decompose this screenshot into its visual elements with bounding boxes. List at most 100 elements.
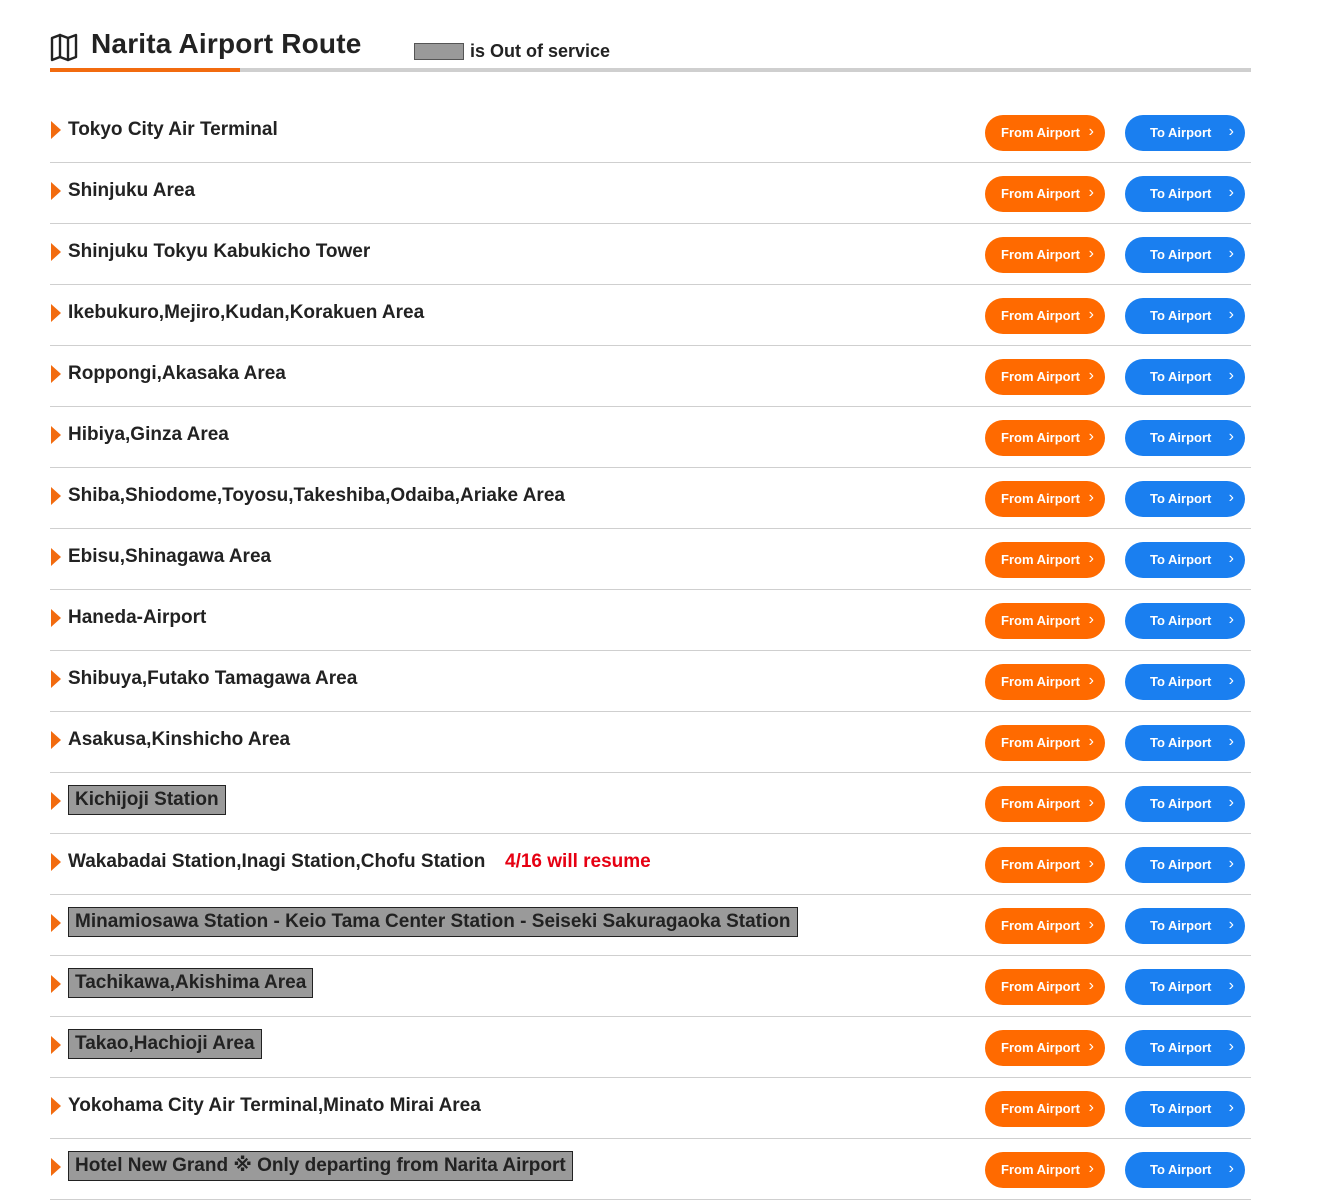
chevron-right-icon: › xyxy=(1088,367,1094,384)
chevron-right-icon: › xyxy=(1088,1099,1094,1116)
from-airport-button[interactable]: From Airport › xyxy=(985,1091,1105,1127)
to-airport-button-label: To Airport xyxy=(1150,918,1212,933)
chevron-right-icon: › xyxy=(1228,1038,1234,1055)
from-airport-button[interactable]: From Airport › xyxy=(985,1030,1105,1066)
from-airport-button[interactable]: From Airport › xyxy=(985,725,1105,761)
to-airport-button-label: To Airport xyxy=(1150,857,1212,872)
chevron-right-icon: › xyxy=(1088,855,1094,872)
to-airport-button[interactable]: To Airport › xyxy=(1125,176,1245,212)
triangle-bullet-icon xyxy=(51,1158,61,1176)
to-airport-button[interactable]: To Airport › xyxy=(1125,542,1245,578)
header-accent-bar xyxy=(50,68,240,72)
route-name: Roppongi,Akasaka Area xyxy=(68,363,286,384)
to-airport-button-label: To Airport xyxy=(1150,979,1212,994)
from-airport-button-label: From Airport xyxy=(1001,552,1080,567)
to-airport-button[interactable]: To Airport › xyxy=(1125,847,1245,883)
to-airport-button-label: To Airport xyxy=(1150,674,1212,689)
route-row: Minamiosawa Station - Keio Tama Center S… xyxy=(50,895,1251,956)
route-name-out-of-service: Minamiosawa Station - Keio Tama Center S… xyxy=(68,907,798,937)
legend-text: is Out of service xyxy=(470,41,611,61)
route-name: Ikebukuro,Mejiro,Kudan,Korakuen Area xyxy=(68,302,425,323)
to-airport-button[interactable]: To Airport › xyxy=(1125,725,1245,761)
triangle-bullet-icon xyxy=(51,548,61,566)
to-airport-button-label: To Airport xyxy=(1150,735,1212,750)
page-title: Narita Airport Route xyxy=(91,28,362,59)
chevron-right-icon: › xyxy=(1088,184,1094,201)
chevron-right-icon: › xyxy=(1088,916,1094,933)
from-airport-button[interactable]: From Airport › xyxy=(985,664,1105,700)
to-airport-button-label: To Airport xyxy=(1150,308,1212,323)
chevron-right-icon: › xyxy=(1228,672,1234,689)
to-airport-button[interactable]: To Airport › xyxy=(1125,1030,1245,1066)
from-airport-button[interactable]: From Airport › xyxy=(985,786,1105,822)
to-airport-button-label: To Airport xyxy=(1150,430,1212,445)
from-airport-button[interactable]: From Airport › xyxy=(985,420,1105,456)
from-airport-button[interactable]: From Airport › xyxy=(985,176,1105,212)
from-airport-button[interactable]: From Airport › xyxy=(985,1152,1105,1188)
from-airport-button[interactable]: From Airport › xyxy=(985,481,1105,517)
from-airport-button[interactable]: From Airport › xyxy=(985,542,1105,578)
to-airport-button[interactable]: To Airport › xyxy=(1125,664,1245,700)
route-name: Shiba,Shiodome,Toyosu,Takeshiba,Odaiba,A… xyxy=(68,485,565,506)
to-airport-button[interactable]: To Airport › xyxy=(1125,237,1245,273)
from-airport-button-label: From Airport xyxy=(1001,613,1080,628)
from-airport-button-label: From Airport xyxy=(1001,735,1080,750)
from-airport-button-label: From Airport xyxy=(1001,1040,1080,1055)
from-airport-button-label: From Airport xyxy=(1001,125,1080,140)
chevron-right-icon: › xyxy=(1228,367,1234,384)
to-airport-button[interactable]: To Airport › xyxy=(1125,481,1245,517)
to-airport-button[interactable]: To Airport › xyxy=(1125,786,1245,822)
triangle-bullet-icon xyxy=(51,853,61,871)
triangle-bullet-icon xyxy=(51,1036,61,1054)
from-airport-button-label: From Airport xyxy=(1001,430,1080,445)
from-airport-button[interactable]: From Airport › xyxy=(985,603,1105,639)
to-airport-button[interactable]: To Airport › xyxy=(1125,1091,1245,1127)
triangle-bullet-icon xyxy=(51,731,61,749)
to-airport-button[interactable]: To Airport › xyxy=(1125,359,1245,395)
chevron-right-icon: › xyxy=(1228,1099,1234,1116)
route-name: Asakusa,Kinshicho Area xyxy=(68,729,291,750)
chevron-right-icon: › xyxy=(1228,794,1234,811)
from-airport-button[interactable]: From Airport › xyxy=(985,908,1105,944)
triangle-bullet-icon xyxy=(51,365,61,383)
to-airport-button[interactable]: To Airport › xyxy=(1125,908,1245,944)
route-list: Tokyo City Air Terminal From Airport › To A… xyxy=(50,102,1251,1200)
route-name: Haneda-Airport xyxy=(68,607,207,628)
to-airport-button-label: To Airport xyxy=(1150,1101,1212,1116)
from-airport-button-label: From Airport xyxy=(1001,369,1080,384)
to-airport-button[interactable]: To Airport › xyxy=(1125,1152,1245,1188)
out-of-service-legend: is Out of service xyxy=(414,41,610,62)
to-airport-button[interactable]: To Airport › xyxy=(1125,420,1245,456)
route-name-out-of-service: Tachikawa,Akishima Area xyxy=(68,968,314,998)
to-airport-button-label: To Airport xyxy=(1150,552,1212,567)
route-name: Wakabadai Station,Inagi Station,Chofu St… xyxy=(68,851,486,872)
chevron-right-icon: › xyxy=(1228,611,1234,628)
chevron-right-icon: › xyxy=(1228,489,1234,506)
triangle-bullet-icon xyxy=(51,609,61,627)
chevron-right-icon: › xyxy=(1228,428,1234,445)
route-row: Hotel New Grand ※ Only departing from Na… xyxy=(50,1139,1251,1200)
from-airport-button-label: From Airport xyxy=(1001,796,1080,811)
route-row: Tachikawa,Akishima Area From Airport › To A… xyxy=(50,956,1251,1017)
route-row: Shinjuku Tokyu Kabukicho Tower From Airpo… xyxy=(50,224,1251,285)
chevron-right-icon: › xyxy=(1228,184,1234,201)
from-airport-button[interactable]: From Airport › xyxy=(985,359,1105,395)
to-airport-button[interactable]: To Airport › xyxy=(1125,115,1245,151)
triangle-bullet-icon xyxy=(51,487,61,505)
from-airport-button-label: From Airport xyxy=(1001,247,1080,262)
route-name: Yokohama City Air Terminal,Minato Mirai … xyxy=(68,1095,481,1116)
to-airport-button[interactable]: To Airport › xyxy=(1125,969,1245,1005)
to-airport-button-label: To Airport xyxy=(1150,186,1212,201)
route-row: Wakabadai Station,Inagi Station,Chofu St… xyxy=(50,834,1251,895)
to-airport-button-label: To Airport xyxy=(1150,1162,1212,1177)
from-airport-button[interactable]: From Airport › xyxy=(985,237,1105,273)
from-airport-button[interactable]: From Airport › xyxy=(985,969,1105,1005)
resume-note: 4/16 will resume xyxy=(505,851,651,872)
to-airport-button[interactable]: To Airport › xyxy=(1125,298,1245,334)
from-airport-button[interactable]: From Airport › xyxy=(985,115,1105,151)
route-row: Ikebukuro,Mejiro,Kudan,Korakuen Area From… xyxy=(50,285,1251,346)
route-name-out-of-service: Kichijoji Station xyxy=(68,785,226,815)
to-airport-button[interactable]: To Airport › xyxy=(1125,603,1245,639)
from-airport-button[interactable]: From Airport › xyxy=(985,298,1105,334)
from-airport-button[interactable]: From Airport › xyxy=(985,847,1105,883)
